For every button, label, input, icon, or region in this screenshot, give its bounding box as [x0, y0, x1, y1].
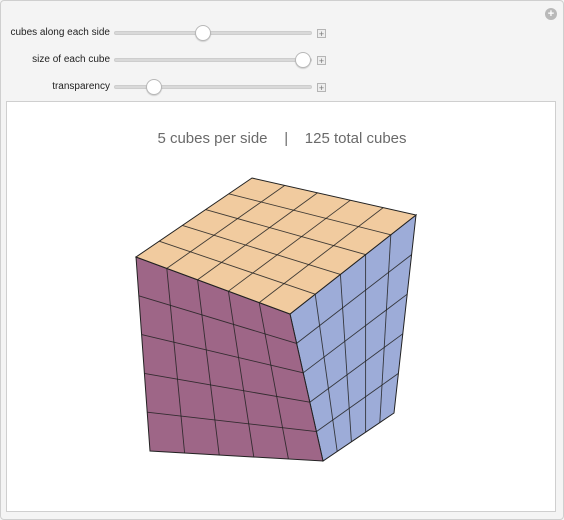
transparency-label: transparency	[52, 81, 110, 92]
transparency-plus-button[interactable]: +	[317, 83, 326, 93]
transparency-slider[interactable]	[114, 85, 312, 89]
output-panel: 5 cubes per side | 125 total cubes	[6, 101, 556, 512]
cubes-per-side-label: cubes along each side	[10, 27, 110, 38]
cube-size-slider[interactable]	[114, 58, 312, 62]
cube-size-slider-thumb[interactable]	[295, 52, 311, 68]
cubes-per-side-slider[interactable]	[114, 31, 312, 35]
cube-size-plus-button[interactable]: +	[317, 56, 326, 66]
expand-icon[interactable]: +	[545, 8, 557, 20]
cube-3d-view[interactable]	[7, 102, 557, 513]
cube-size-label: size of each cube	[32, 54, 110, 65]
transparency-slider-thumb[interactable]	[146, 79, 162, 95]
cubes-per-side-slider-thumb[interactable]	[195, 25, 211, 41]
cubes-per-side-plus-button[interactable]: +	[317, 29, 326, 39]
